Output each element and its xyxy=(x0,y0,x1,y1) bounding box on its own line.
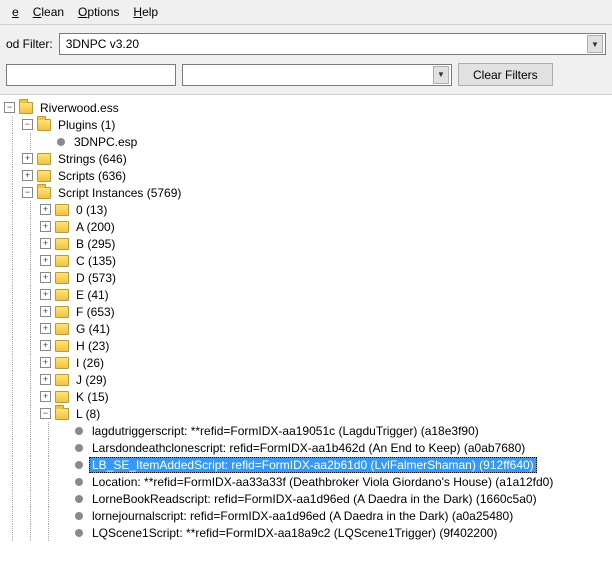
tree-strings[interactable]: + Strings (646) xyxy=(4,150,612,167)
expand-icon[interactable]: + xyxy=(40,374,51,385)
folder-icon xyxy=(55,204,69,216)
tree-group[interactable]: +H (23) xyxy=(4,337,612,354)
tree-leaf[interactable]: lornejournalscript: refid=FormIDX-aa1d96… xyxy=(4,507,612,524)
expand-icon[interactable]: + xyxy=(40,289,51,300)
menu-clean[interactable]: Clean xyxy=(27,3,70,21)
folder-icon xyxy=(37,187,51,199)
tree-leaf[interactable]: LB_SE_ItemAddedScript: refid=FormIDX-aa2… xyxy=(4,456,612,473)
expand-icon[interactable]: + xyxy=(40,221,51,232)
expand-icon[interactable]: + xyxy=(40,238,51,249)
menu-options[interactable]: Options xyxy=(72,3,125,21)
folder-icon xyxy=(55,408,69,420)
folder-icon xyxy=(19,102,33,114)
expand-icon[interactable]: + xyxy=(22,170,33,181)
tree-group[interactable]: +K (15) xyxy=(4,388,612,405)
tree-group[interactable]: +G (41) xyxy=(4,320,612,337)
collapse-icon[interactable]: − xyxy=(22,119,33,130)
mod-filter-combo[interactable]: 3DNPC v3.20 ▼ xyxy=(59,33,606,55)
tree-scripts[interactable]: + Scripts (636) xyxy=(4,167,612,184)
tree-group[interactable]: +A (200) xyxy=(4,218,612,235)
folder-icon xyxy=(55,238,69,250)
tree-plugins[interactable]: − Plugins (1) xyxy=(4,116,612,133)
mod-filter-label: od Filter: xyxy=(6,37,53,51)
collapse-icon[interactable]: − xyxy=(40,408,51,419)
tree-script-instances[interactable]: − Script Instances (5769) xyxy=(4,184,612,201)
node-icon xyxy=(75,529,83,537)
filter-row: od Filter: 3DNPC v3.20 ▼ xyxy=(0,25,612,59)
tree-group[interactable]: −L (8) xyxy=(4,405,612,422)
expand-icon[interactable]: + xyxy=(40,323,51,334)
folder-icon xyxy=(55,221,69,233)
menu-bar: e Clean Options Help xyxy=(0,0,612,25)
filter-category-combo[interactable]: ▼ xyxy=(182,64,452,86)
tree-group[interactable]: +D (573) xyxy=(4,269,612,286)
tree-leaf[interactable]: Larsdondeathclonescript: refid=FormIDX-a… xyxy=(4,439,612,456)
expand-icon[interactable]: + xyxy=(22,153,33,164)
collapse-icon[interactable]: − xyxy=(22,187,33,198)
folder-icon xyxy=(55,340,69,352)
expand-icon[interactable]: + xyxy=(40,306,51,317)
tree-plugin-item[interactable]: 3DNPC.esp xyxy=(4,133,612,150)
tree-group[interactable]: +C (135) xyxy=(4,252,612,269)
expand-icon[interactable]: + xyxy=(40,340,51,351)
collapse-icon[interactable]: − xyxy=(4,102,15,113)
clear-filters-button[interactable]: Clear Filters xyxy=(458,63,553,86)
mod-filter-value: 3DNPC v3.20 xyxy=(66,37,587,51)
folder-icon xyxy=(37,119,51,131)
folder-icon xyxy=(55,323,69,335)
folder-icon xyxy=(37,153,51,165)
expand-icon[interactable]: + xyxy=(40,391,51,402)
tree-group[interactable]: +J (29) xyxy=(4,371,612,388)
tree-group[interactable]: +I (26) xyxy=(4,354,612,371)
node-icon xyxy=(75,427,83,435)
tree-group[interactable]: +E (41) xyxy=(4,286,612,303)
tree-leaf[interactable]: Location: **refid=FormIDX-aa33a33f (Deat… xyxy=(4,473,612,490)
folder-icon xyxy=(55,306,69,318)
node-icon xyxy=(75,512,83,520)
expand-icon[interactable]: + xyxy=(40,272,51,283)
tree-leaf[interactable]: LorneBookReadscript: refid=FormIDX-aa1d9… xyxy=(4,490,612,507)
node-icon xyxy=(75,478,83,486)
node-icon xyxy=(75,461,83,469)
folder-icon xyxy=(55,391,69,403)
chevron-down-icon[interactable]: ▼ xyxy=(587,35,603,53)
tree-view[interactable]: − Riverwood.ess − Plugins (1) 3DNPC.esp … xyxy=(0,95,612,575)
tree-leaf[interactable]: lagdutriggerscript: **refid=FormIDX-aa19… xyxy=(4,422,612,439)
node-icon xyxy=(57,138,65,146)
filter-row-2: ▼ Clear Filters xyxy=(0,59,612,95)
expand-icon[interactable]: + xyxy=(40,357,51,368)
tree-group[interactable]: +B (295) xyxy=(4,235,612,252)
tree-group[interactable]: +F (653) xyxy=(4,303,612,320)
expand-icon[interactable]: + xyxy=(40,255,51,266)
folder-icon xyxy=(37,170,51,182)
folder-icon xyxy=(55,272,69,284)
tree-leaf[interactable]: LQScene1Script: **refid=FormIDX-aa18a9c2… xyxy=(4,524,612,541)
tree-root[interactable]: − Riverwood.ess xyxy=(4,99,612,116)
tree-group[interactable]: +0 (13) xyxy=(4,201,612,218)
filter-text-input[interactable] xyxy=(6,64,176,86)
folder-icon xyxy=(55,374,69,386)
folder-icon xyxy=(55,255,69,267)
folder-icon xyxy=(55,289,69,301)
node-icon xyxy=(75,495,83,503)
node-icon xyxy=(75,444,83,452)
menu-help[interactable]: Help xyxy=(127,3,164,21)
chevron-down-icon[interactable]: ▼ xyxy=(433,66,449,84)
folder-icon xyxy=(55,357,69,369)
menu-file[interactable]: e xyxy=(6,3,25,21)
expand-icon[interactable]: + xyxy=(40,204,51,215)
